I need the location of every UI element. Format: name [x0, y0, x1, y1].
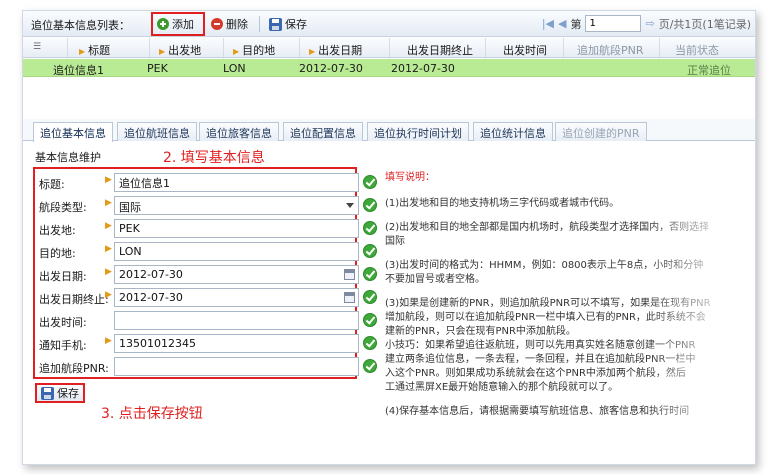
required-icon: ▶: [105, 198, 112, 208]
col-time[interactable]: 出发时间: [503, 42, 547, 58]
grid-menu-icon[interactable]: ☰: [33, 42, 41, 52]
calendar-icon[interactable]: [344, 269, 355, 280]
time-label: 出发时间:: [39, 316, 87, 329]
col-status[interactable]: 当前状态: [675, 42, 719, 58]
required-icon: ▶: [105, 267, 112, 277]
tab-config-info[interactable]: 追位配置信息: [283, 122, 363, 141]
page-input[interactable]: [585, 15, 642, 32]
check-icon: [363, 244, 377, 258]
check-icon: [363, 267, 377, 281]
date-end-input[interactable]: 2012-07-30: [114, 288, 359, 307]
row-segment: 航段类型: ▶ 国际: [35, 195, 359, 217]
page-prefix: 第: [570, 17, 582, 31]
cell-origin: PEK: [147, 62, 168, 75]
col-title[interactable]: ▶ 标题: [79, 42, 110, 58]
tab-bar: 追位基本信息 追位航班信息 追位旅客信息 追位配置信息 追位执行时间计划 追位统…: [23, 119, 755, 142]
table-row[interactable]: 追位信息1 PEK LON 2012-07-30 2012-07-30 正常追位: [23, 59, 755, 77]
toolbar-separator: [259, 16, 260, 32]
row-date: 出发日期: ▶ 2012-07-30: [35, 264, 359, 286]
prev-page-icon[interactable]: ◀: [558, 17, 566, 30]
time-input[interactable]: [114, 311, 359, 330]
row-title: 标题: ▶: [35, 172, 359, 194]
app-window: 追位基本信息列表： 添加 删除 保存 |◀ ◀ 第 ⇨ 页/共1页(1笔记录) …: [22, 10, 756, 465]
check-icon: [363, 221, 377, 235]
row-dest: 目的地: ▶: [35, 241, 359, 263]
dest-input[interactable]: [114, 242, 359, 261]
cell-dest: LON: [223, 62, 246, 75]
col-date-end[interactable]: 出发日期终止: [407, 42, 473, 58]
tab-created-pnr[interactable]: 追位创建的PNR: [555, 122, 647, 141]
list-title: 追位基本信息列表：: [31, 19, 130, 32]
segment-select[interactable]: 国际: [114, 196, 359, 215]
col-origin[interactable]: ▶ 出发地: [159, 42, 201, 58]
required-icon: ▶: [105, 336, 112, 346]
segment-label: 航段类型:: [39, 201, 87, 214]
basic-info-form: 标题: ▶ 航段类型: ▶ 国际 出发地: ▶ 目的地: ▶ 出发日期: ▶: [33, 167, 359, 379]
phone-label: 通知手机:: [39, 339, 87, 352]
calendar-icon[interactable]: [344, 292, 355, 303]
dest-label: 目的地:: [39, 247, 76, 260]
toolbar: 追位基本信息列表： 添加 删除 保存 |◀ ◀ 第 ⇨ 页/共1页(1笔记录): [23, 11, 755, 37]
required-icon: ▶: [105, 244, 112, 254]
check-icon: [363, 313, 377, 327]
col-date[interactable]: ▶ 出发日期: [309, 42, 362, 58]
tab-flight-info[interactable]: 追位航班信息: [117, 122, 197, 141]
pager: |◀ ◀ 第 ⇨ 页/共1页(1笔记录): [542, 15, 751, 32]
annotation-save: 3. 点击保存按钮: [101, 406, 203, 422]
cell-date: 2012-07-30: [299, 62, 363, 75]
row-phone: 通知手机: ▶: [35, 333, 359, 355]
date-end-label: 出发日期终止:: [39, 293, 109, 306]
save-button[interactable]: 保存: [35, 383, 85, 403]
pnr-input[interactable]: [114, 357, 359, 376]
add-button[interactable]: 添加: [157, 15, 194, 33]
check-icon: [363, 290, 377, 304]
check-icon: [363, 336, 377, 350]
save-label: 保存: [285, 18, 307, 31]
chevron-down-icon: [346, 203, 354, 208]
col-pnr[interactable]: 追加航段PNR: [577, 42, 644, 58]
delete-button[interactable]: 删除: [211, 15, 248, 33]
check-icon: [363, 198, 377, 212]
first-page-icon[interactable]: |◀: [542, 17, 554, 30]
save-button-label: 保存: [57, 387, 79, 400]
origin-label: 出发地:: [39, 224, 76, 237]
required-icon: ▶: [105, 175, 112, 185]
date-label: 出发日期:: [39, 270, 87, 283]
title-input[interactable]: [114, 173, 359, 192]
cell-status: 正常追位: [687, 64, 731, 77]
section-title: 基本信息维护: [35, 151, 101, 164]
col-dest[interactable]: ▶ 目的地: [233, 42, 275, 58]
go-icon[interactable]: ⇨: [645, 17, 654, 30]
save-toolbar-button[interactable]: 保存: [269, 15, 307, 33]
tab-basic-info[interactable]: 追位基本信息: [33, 122, 113, 142]
save-icon: [41, 386, 54, 400]
tab-schedule[interactable]: 追位执行时间计划: [367, 122, 469, 141]
cell-title: 追位信息1: [53, 64, 104, 77]
add-label: 添加: [172, 18, 194, 31]
row-pnr: 追加航段PNR:: [35, 356, 359, 378]
row-time: 出发时间:: [35, 310, 359, 332]
row-date-end: 出发日期终止: ▶ 2012-07-30: [35, 287, 359, 309]
required-icon: ▶: [105, 290, 112, 300]
delete-icon: [211, 18, 223, 30]
check-icon: [363, 359, 377, 373]
pnr-label: 追加航段PNR:: [39, 362, 109, 375]
fade-overlay: [645, 171, 755, 461]
tab-statistics[interactable]: 追位统计信息: [473, 122, 553, 141]
check-icon: [363, 175, 377, 189]
date-input[interactable]: 2012-07-30: [114, 265, 359, 284]
page-total: 页/共1页(1笔记录): [658, 17, 751, 31]
phone-input[interactable]: [114, 334, 359, 353]
required-icon: ▶: [105, 221, 112, 231]
tab-passenger-info[interactable]: 追位旅客信息: [199, 122, 279, 141]
origin-input[interactable]: [114, 219, 359, 238]
cell-date-end: 2012-07-30: [391, 62, 455, 75]
row-origin: 出发地: ▶: [35, 218, 359, 240]
save-icon: [269, 17, 282, 31]
add-icon: [157, 18, 169, 30]
delete-label: 删除: [226, 18, 248, 31]
title-label: 标题:: [39, 178, 65, 191]
annotation-fill: 2. 填写基本信息: [163, 150, 265, 166]
